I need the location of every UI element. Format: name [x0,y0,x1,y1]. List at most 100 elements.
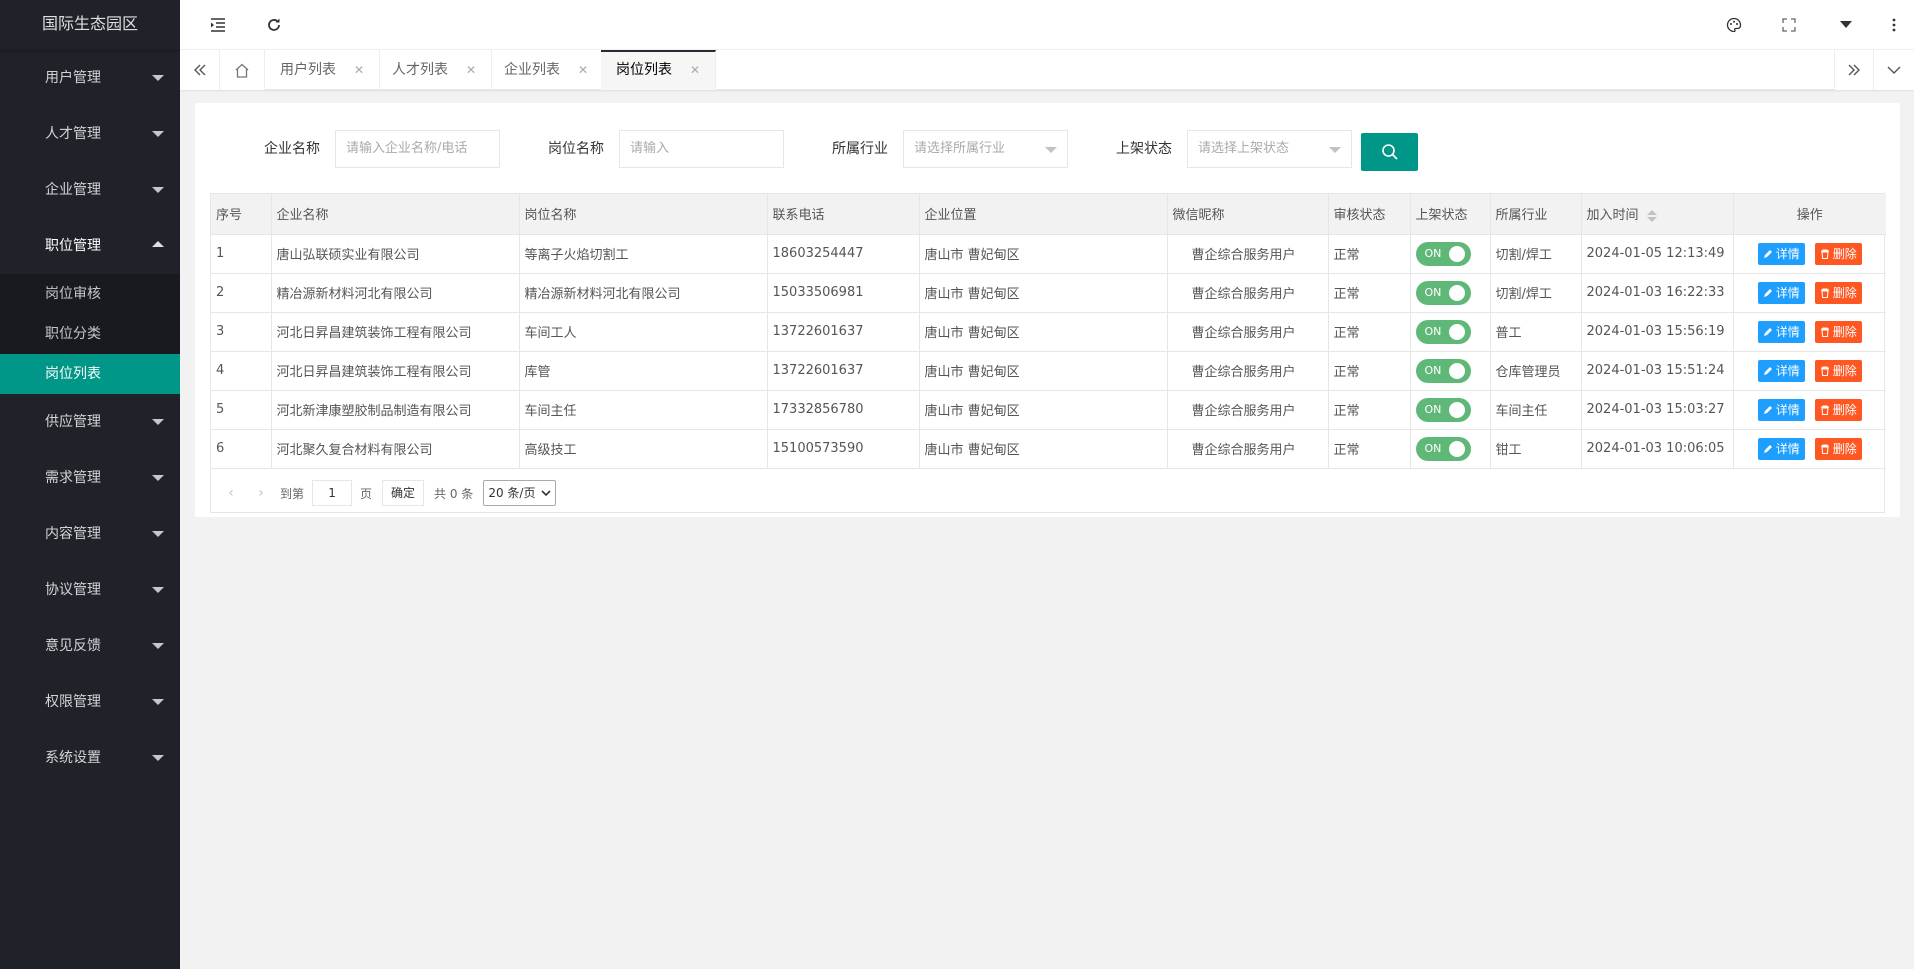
industry-select-placeholder: 请选择所属行业 [914,141,1006,156]
tab-label: 企业列表 [504,62,560,78]
edit-pencil-icon [1763,405,1772,414]
switch-label: ON [1424,285,1442,299]
sidebar-item-position-management[interactable]: 职位管理 [0,218,180,274]
cell-phone: 18603254447 [767,234,920,274]
user-dropdown-icon[interactable] [1835,14,1857,36]
fullscreen-icon[interactable] [1778,14,1800,36]
tab-job-list[interactable]: 岗位列表 ✕ [601,50,717,90]
page-confirm-button[interactable]: 确定 [382,480,425,506]
collapse-menu-icon[interactable] [207,14,229,36]
tabs-scroll-right-icon[interactable] [1834,50,1874,90]
tab-talent-list[interactable]: 人才列表 ✕ [377,50,493,90]
company-name-input[interactable]: 请输入企业名称/电话 [335,130,500,168]
more-vertical-icon[interactable] [1883,14,1905,36]
sidebar-item-permission-management[interactable]: 权限管理 [0,674,180,730]
sidebar-item-company-management[interactable]: 企业管理 [0,162,180,218]
tabs-menu-chevron-down-icon[interactable] [1874,50,1914,90]
shelf-status-switch[interactable]: ON [1415,319,1471,344]
next-page-icon[interactable]: › [246,485,276,501]
shelf-status-switch[interactable]: ON [1415,436,1471,461]
cell-job: 车间主任 [519,390,768,430]
sidebar-item-label: 意见反馈 [45,638,101,654]
cell-job: 车间工人 [519,312,768,352]
switch-label: ON [1424,402,1442,416]
close-icon[interactable]: ✕ [690,63,700,77]
job-name-input[interactable]: 请输入 [619,130,784,168]
page-size-select[interactable]: 20 条/页 [483,480,557,506]
page-size-value: 20 条/页 [488,486,536,500]
delete-button[interactable]: 删除 [1814,398,1862,421]
tabs-scroll-left-icon[interactable] [180,50,220,90]
sidebar-subitem-job-category[interactable]: 职位分类 [0,314,180,354]
cell-actions: 详情 删除 [1733,390,1886,430]
sidebar-subitem-job-list[interactable]: 岗位列表 [0,354,180,394]
page-number-input[interactable]: 1 [312,480,353,506]
refresh-icon[interactable] [263,14,285,36]
shelf-status-switch[interactable]: ON [1415,241,1471,266]
tab-company-list[interactable]: 企业列表 ✕ [489,50,605,90]
cell-industry: 仓库管理员 [1490,351,1582,391]
cell-job: 精冶源新材料河北有限公司 [519,273,768,313]
cell-audit: 正常 [1328,429,1411,469]
shelf-status-switch[interactable]: ON [1415,397,1471,422]
industry-select[interactable]: 请选择所属行业 [903,130,1068,168]
theme-palette-icon[interactable] [1723,14,1745,36]
caret-down-icon [152,699,164,705]
shelf-status-select[interactable]: 请选择上架状态 [1187,130,1352,168]
sidebar-item-user-management[interactable]: 用户管理 [0,50,180,106]
close-icon[interactable]: ✕ [466,63,476,77]
trash-icon [1820,405,1829,415]
sidebar-item-feedback[interactable]: 意见反馈 [0,618,180,674]
col-header-location: 企业位置 [919,194,1168,235]
col-header-phone: 联系电话 [767,194,920,235]
sidebar-item-demand-management[interactable]: 需求管理 [0,450,180,506]
shelf-status-switch[interactable]: ON [1415,358,1471,383]
caret-down-icon [152,531,164,537]
pagination: ‹ › 到第 1 页 确定 共 0 条 20 条/页 [211,474,1884,512]
detail-button[interactable]: 详情 [1757,437,1805,460]
sidebar-subitem-job-review[interactable]: 岗位审核 [0,274,180,314]
delete-button[interactable]: 删除 [1814,320,1862,343]
shelf-status-switch[interactable]: ON [1415,280,1471,305]
sidebar-item-system-settings[interactable]: 系统设置 [0,730,180,786]
table-row: 4 河北日昇昌建筑装饰工程有限公司 库管 13722601637 唐山市 曹妃甸区 曹企综… [211,351,1886,391]
cell-phone: 15100573590 [767,429,920,469]
detail-button[interactable]: 详情 [1757,281,1805,304]
sidebar-item-agreement-management[interactable]: 协议管理 [0,562,180,618]
prev-page-icon[interactable]: ‹ [216,485,246,501]
detail-button[interactable]: 详情 [1757,398,1805,421]
sidebar-item-content-management[interactable]: 内容管理 [0,506,180,562]
cell-company: 精冶源新材料河北有限公司 [271,273,520,313]
delete-button[interactable]: 删除 [1814,281,1862,304]
home-icon[interactable] [220,50,265,90]
search-button[interactable] [1361,133,1418,171]
tab-label: 岗位列表 [616,62,672,78]
sort-icon[interactable] [1646,209,1657,222]
edit-pencil-icon [1763,249,1772,258]
close-icon[interactable]: ✕ [354,63,364,77]
detail-button[interactable]: 详情 [1757,242,1805,265]
delete-button[interactable]: 删除 [1814,359,1862,382]
sidebar-item-talent-management[interactable]: 人才管理 [0,106,180,162]
app-logo-title[interactable]: 国际生态园区 [0,0,180,50]
detail-button-label: 详情 [1775,246,1800,261]
detail-button[interactable]: 详情 [1757,320,1805,343]
switch-knob [1448,401,1465,418]
table-header-row: 序号 企业名称 岗位名称 联系电话 企业位置 微信昵称 审核状态 上架状态 所属… [211,194,1886,235]
cell-shelf: ON [1410,429,1491,469]
cell-company: 河北聚久复合材料有限公司 [271,429,520,469]
sidebar-item-supply-management[interactable]: 供应管理 [0,394,180,450]
col-header-time[interactable]: 加入时间 [1581,194,1734,235]
delete-button[interactable]: 删除 [1814,437,1862,460]
trash-icon [1820,366,1829,376]
cell-company: 河北日昇昌建筑装饰工程有限公司 [271,312,520,352]
tab-user-list[interactable]: 用户列表 ✕ [265,50,381,90]
close-icon[interactable]: ✕ [578,63,588,77]
delete-button[interactable]: 删除 [1814,242,1862,265]
cell-no: 2 [211,273,272,313]
switch-knob [1448,323,1465,340]
detail-button[interactable]: 详情 [1757,359,1805,382]
detail-button-label: 详情 [1775,441,1800,456]
sidebar-item-label: 需求管理 [45,470,101,486]
delete-button-label: 删除 [1832,324,1857,339]
